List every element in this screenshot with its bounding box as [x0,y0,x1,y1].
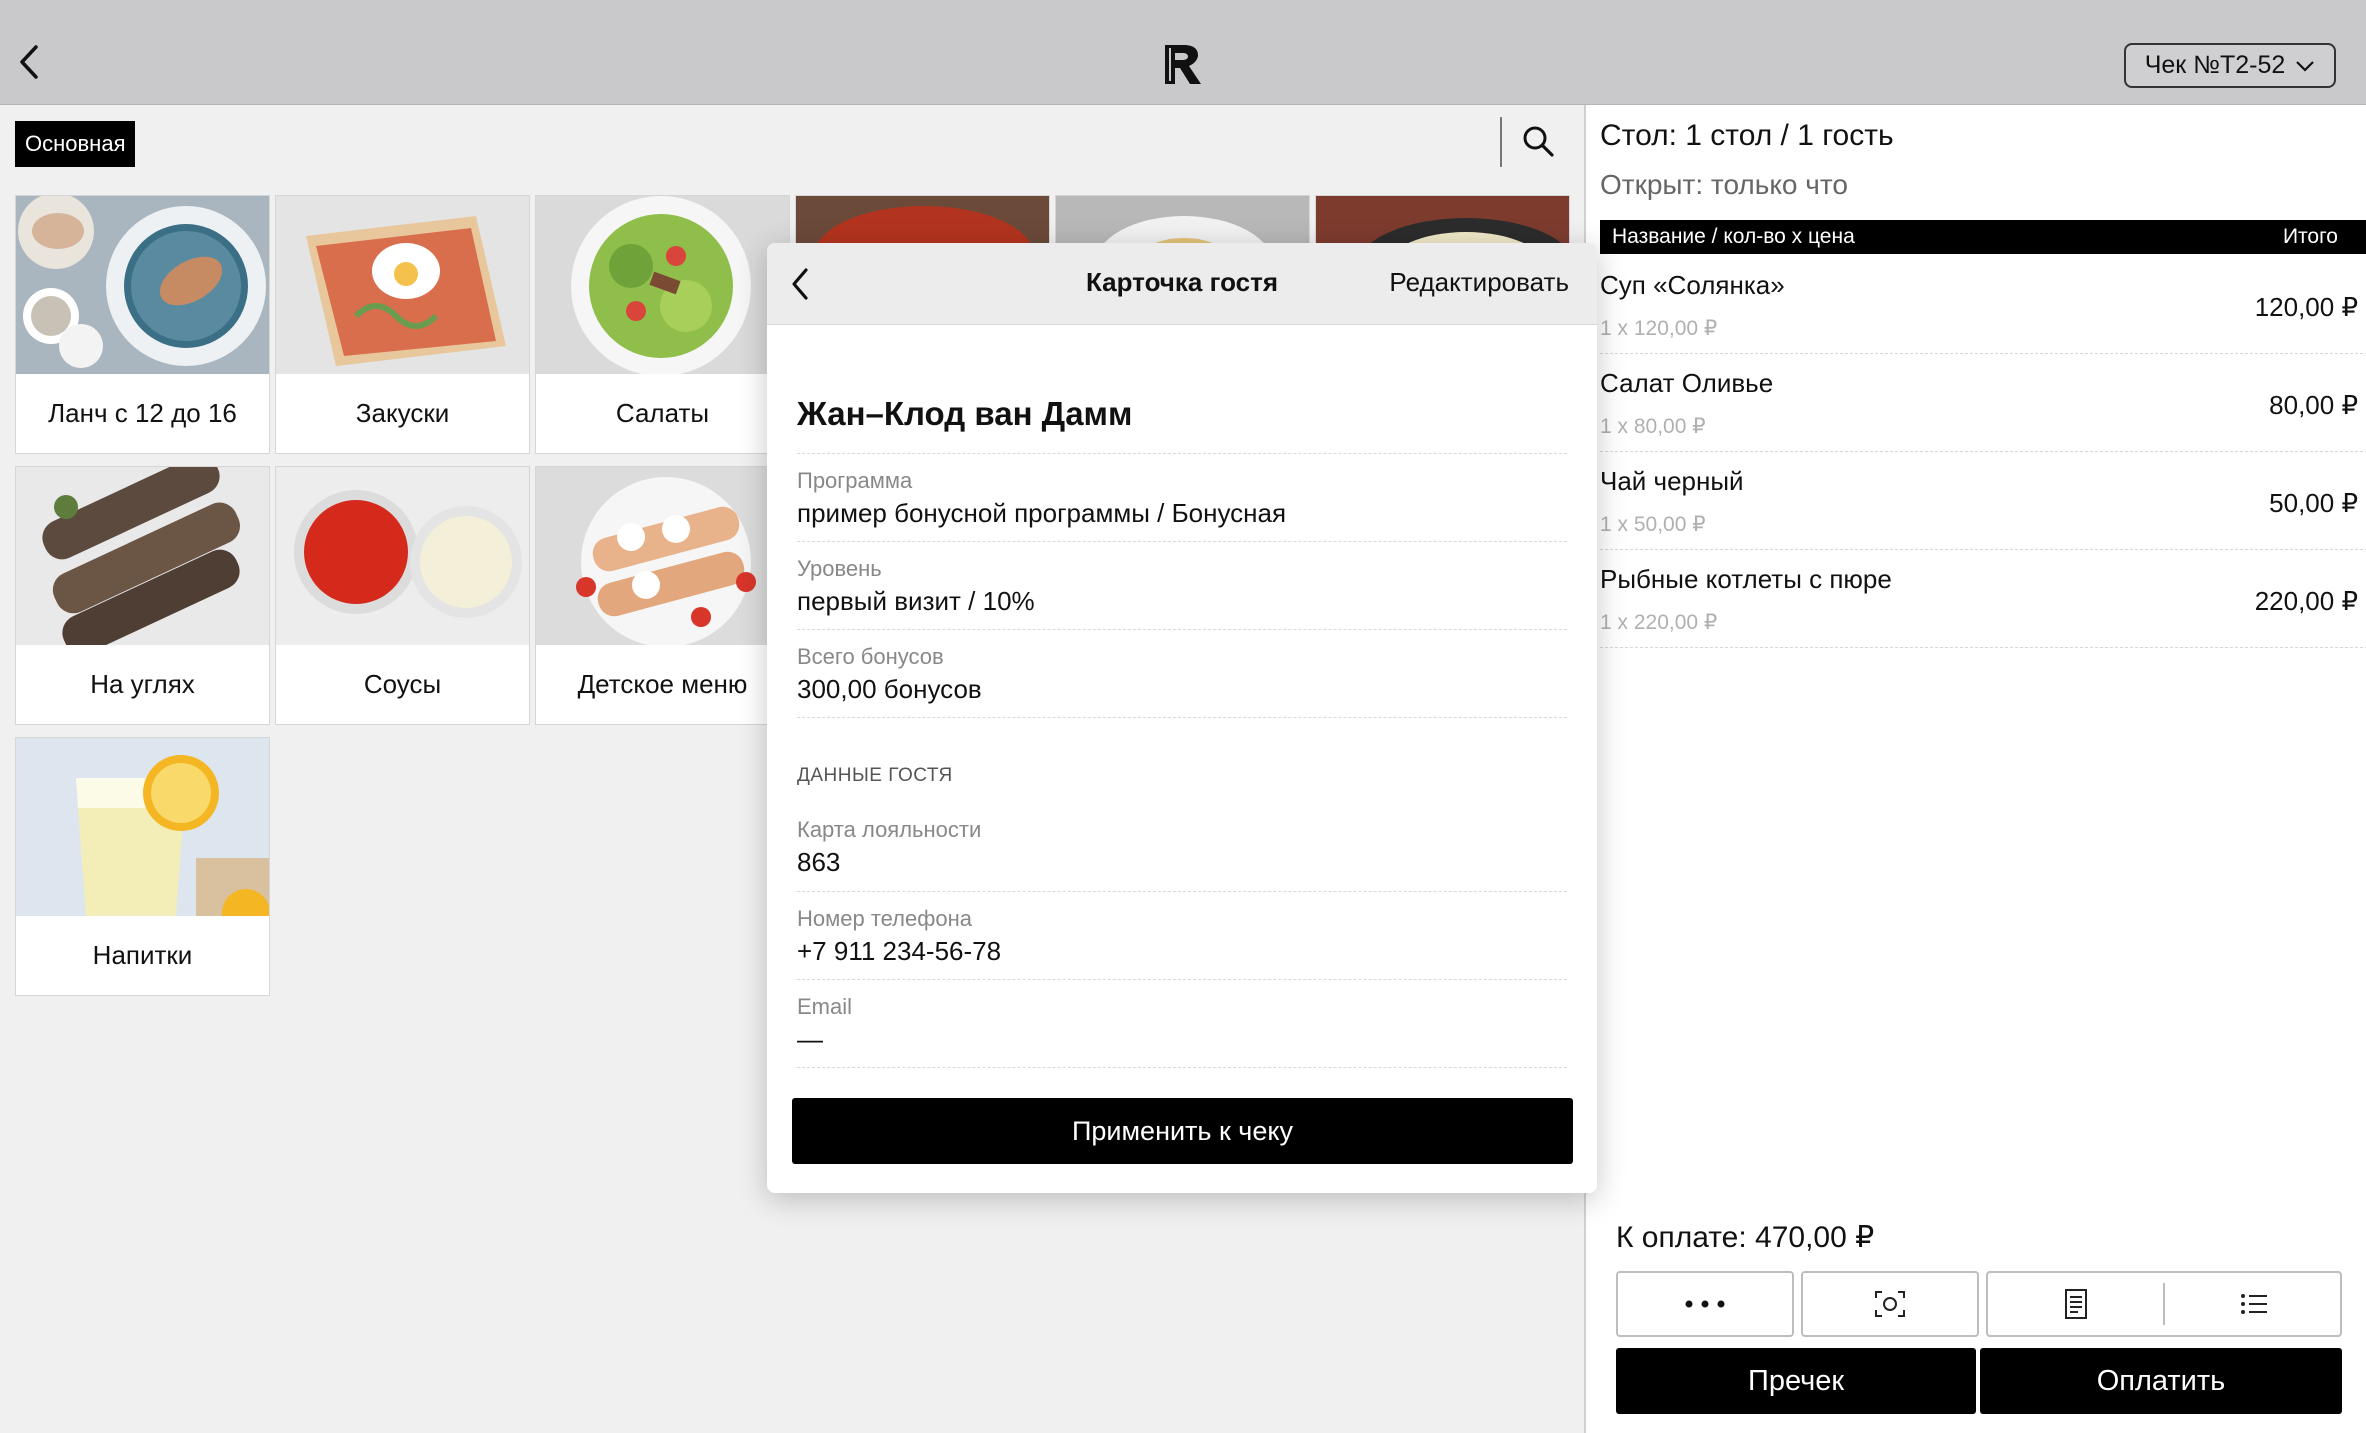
more-button[interactable] [1616,1271,1794,1337]
order-item-qty: 1 x 50,00 ₽ [1600,513,1706,536]
lunch-photo [16,196,269,374]
top-bar: Чек №T2-52 [0,0,2366,105]
category-badge[interactable]: Основная [15,121,136,167]
action-group [1986,1271,2342,1337]
menu-tile-drinks[interactable]: Напитки [15,737,270,996]
order-item-name: Чай черный [1600,466,1744,496]
order-item-total: 120,00 ₽ [2254,292,2358,322]
search-divider [1500,117,1502,167]
field-value: 863 [797,847,841,877]
guest-data-section-title: ДАННЫЕ ГОСТЯ [797,765,953,786]
apply-to-check-button[interactable]: Применить к чеку [792,1098,1573,1164]
list-button[interactable] [2166,1273,2342,1335]
order-item[interactable]: Чай черный 1 x 50,00 ₽ 50,00 ₽ [1600,452,2366,550]
menu-tile-label: Ланч с 12 до 16 [48,397,237,428]
order-item[interactable]: Суп «Солянка» 1 x 120,00 ₽ 120,00 ₽ [1600,256,2366,354]
check-selector[interactable]: Чек №T2-52 [2124,43,2336,88]
field-value: 300,00 бонусов [797,674,982,704]
order-item-qty: 1 x 220,00 ₽ [1600,611,1718,634]
field-bonuses: Всего бонусов 300,00 бонусов [797,629,1567,717]
field-value: первый визит / 10% [797,586,1035,616]
menu-tile-label: Закуски [355,397,450,428]
field-label: Номер телефона [797,906,972,931]
field-label: Программа [797,468,913,493]
field-label: Всего бонусов [797,644,944,669]
table-info: Стол: 1 стол / 1 гость [1600,119,1894,152]
field-value: — [797,1024,823,1054]
sauces-photo [276,467,529,645]
order-item-qty: 1 x 120,00 ₽ [1600,317,1718,340]
edit-button[interactable]: Редактировать [1389,267,1569,298]
menu-tile-label: Детское меню [577,668,748,699]
menu-tile-label: Салаты [615,397,710,428]
field-label: Уровень [797,556,882,581]
pay-button[interactable]: Оплатить [1980,1348,2342,1414]
menu-tile-salads[interactable]: Салаты [535,195,790,454]
column-name-header: Название / кол-во х цена [1612,225,1855,248]
field-level: Уровень первый визит / 10% [797,541,1567,629]
order-item-name: Салат Оливье [1600,368,1774,398]
precheck-button[interactable]: Пречек [1616,1348,1976,1414]
scan-button[interactable] [1801,1271,1979,1337]
guest-card-header: Карточка гостя Редактировать [767,243,1597,325]
scan-icon [1875,1291,1905,1317]
list-icon [2241,1294,2267,1314]
field-label: Email [797,994,853,1019]
order-item-total: 220,00 ₽ [2254,586,2358,616]
opened-info: Открыт: только что [1600,169,1848,200]
amount-due: К оплате: 470,00 ₽ [1616,1221,1875,1254]
action-separator [2163,1283,2165,1325]
order-item[interactable]: Рыбные котлеты с пюре 1 x 220,00 ₽ 220,0… [1600,550,2366,648]
divider [797,1067,1567,1068]
menu-tile-label: На углях [90,668,195,699]
field-phone: Номер телефона +7 911 234-56-78 [797,891,1567,979]
field-email: Email — [797,979,1567,1067]
field-value: +7 911 234-56-78 [797,936,1002,966]
menu-tile-label: Напитки [92,939,193,970]
menu-tile-label: Соусы [363,668,442,699]
field-program: Программа пример бонусной программы / Бо… [797,453,1567,541]
order-panel: Стол: 1 стол / 1 гость Открыт: только чт… [1584,105,2366,1433]
guest-name: Жан–Клод ван Дамм [797,395,1133,432]
chevron-down-icon [2296,60,2315,72]
menu-tile-kids[interactable]: Детское меню [535,466,790,725]
kids-photo [536,467,789,645]
menu-tile-sauces[interactable]: Соусы [275,466,530,725]
order-item-total: 80,00 ₽ [2269,390,2358,420]
order-table-header: Название / кол-во х цена Итого [1600,220,2366,254]
order-item-qty: 1 x 80,00 ₽ [1600,415,1706,438]
appetizers-photo [276,196,529,374]
grill-photo [16,467,269,645]
check-number-label: Чек №T2-52 [2144,51,2286,79]
field-loyalty-card: Карта лояльности 863 [797,803,1567,891]
order-item-name: Рыбные котлеты с пюре [1600,564,1892,594]
menu-tile-appetizers[interactable]: Закуски [275,195,530,454]
divider [797,717,1567,718]
field-value: пример бонусной программы / Бонусная [797,498,1287,528]
back-button[interactable] [12,42,46,82]
column-total-header: Итого [2282,225,2338,248]
drinks-photo [16,738,269,916]
search-button[interactable] [1518,121,1558,161]
search-icon [1523,126,1554,157]
field-label: Карта лояльности [797,817,982,842]
receipt-icon [2065,1289,2087,1319]
menu-tile-grill[interactable]: На углях [15,466,270,725]
receipt-button[interactable] [1988,1273,2164,1335]
order-item-name: Суп «Солянка» [1600,270,1785,300]
order-item-total: 50,00 ₽ [2269,488,2358,518]
guest-card-modal: Карточка гостя Редактировать Жан–Клод ва… [767,243,1597,1193]
menu-tile-lunch[interactable]: Ланч с 12 до 16 [15,195,270,454]
order-item[interactable]: Салат Оливье 1 x 80,00 ₽ 80,00 ₽ [1600,354,2366,452]
salads-photo [536,196,789,374]
more-dots-icon [1685,1300,1725,1308]
brand-logo [1160,40,1204,88]
chevron-left-icon [20,45,38,79]
